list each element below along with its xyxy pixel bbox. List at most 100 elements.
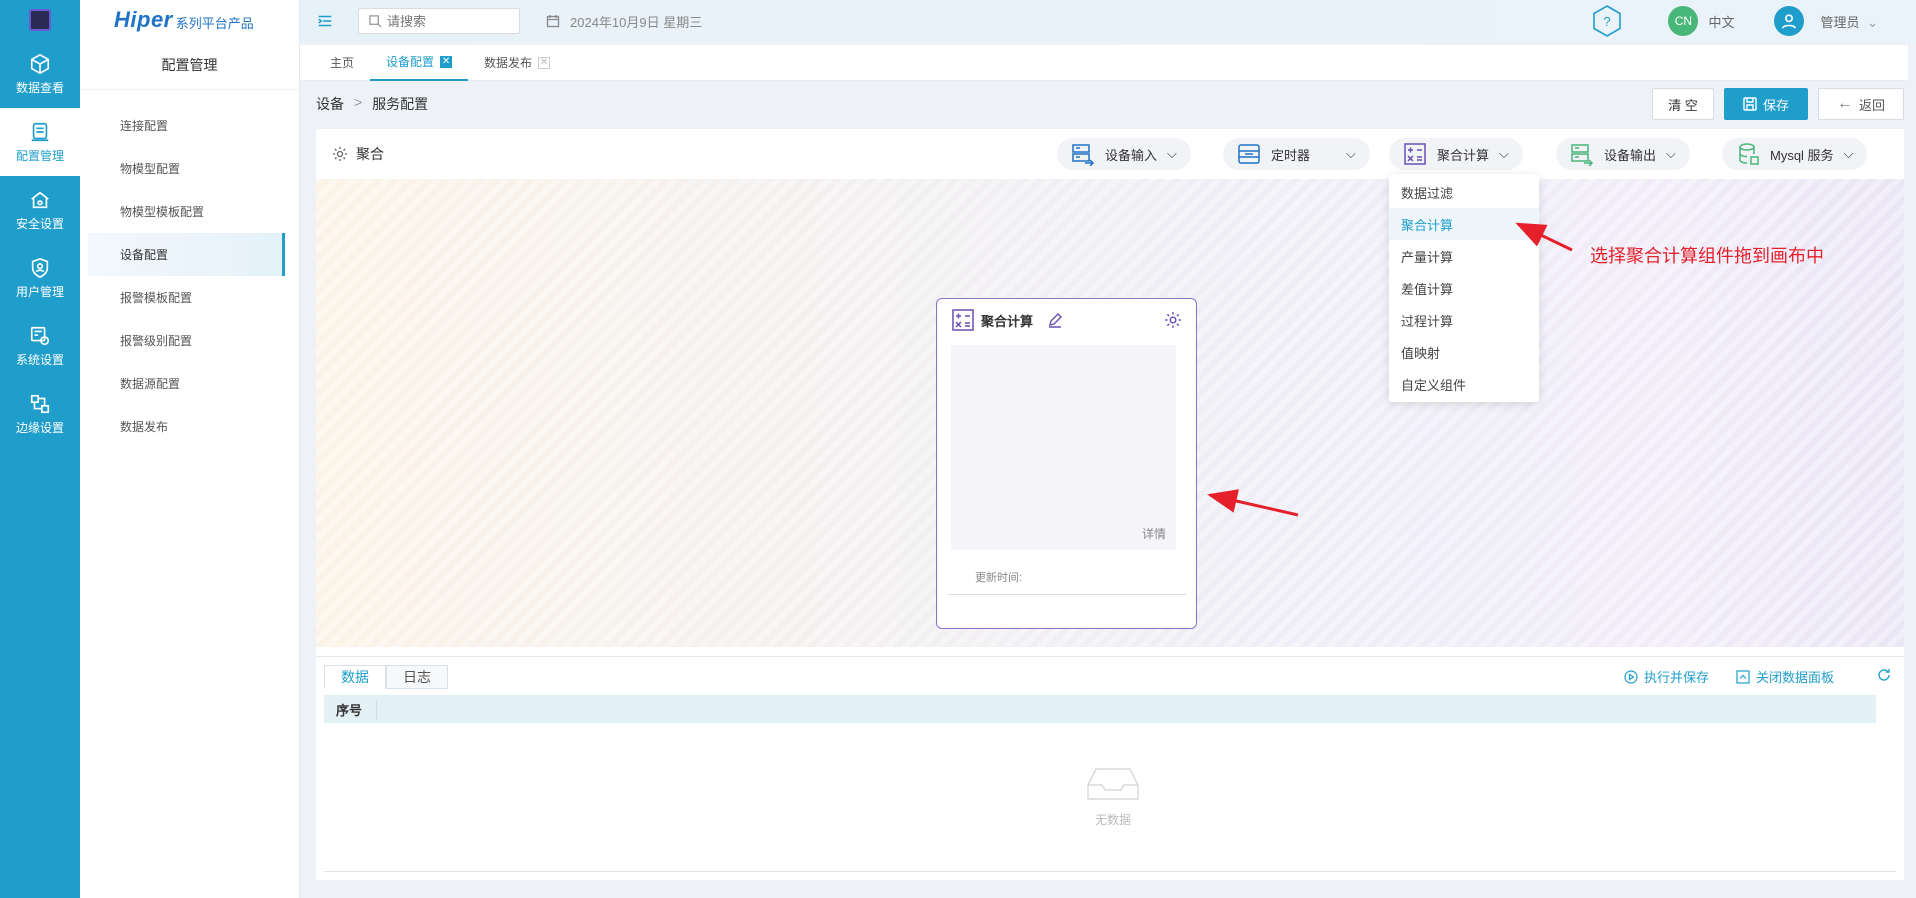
close-icon[interactable]: ✕ bbox=[440, 55, 453, 68]
tab-label: 数据发布 bbox=[484, 56, 533, 70]
user-menu[interactable]: 管理员 ⌄ bbox=[1820, 12, 1878, 31]
collapse-icon bbox=[1736, 669, 1750, 684]
refresh-icon[interactable] bbox=[1876, 667, 1892, 683]
brand-sub: 系列平台产品 bbox=[175, 15, 254, 31]
dropdown-item-filter[interactable]: 数据过滤 bbox=[1389, 176, 1539, 208]
sidebar-item-thing-template[interactable]: 物模型模板配置 bbox=[88, 190, 285, 233]
dropdown-item-difference[interactable]: 差值计算 bbox=[1389, 272, 1539, 304]
toolbar-timer[interactable]: 定时器 ⌵ bbox=[1223, 138, 1370, 170]
tab-device-config[interactable]: 设备配置 ✕ bbox=[370, 45, 469, 81]
language-badge[interactable]: CN bbox=[1668, 6, 1699, 36]
bottom-divider bbox=[324, 871, 1896, 872]
calc-icon bbox=[1404, 143, 1426, 165]
clear-label: 清 空 bbox=[1668, 97, 1698, 113]
breadcrumb-root[interactable]: 设备 bbox=[316, 94, 344, 114]
sidebar-item-alarm-level[interactable]: 报警级别配置 bbox=[88, 319, 285, 362]
node-header: 聚合计算 bbox=[937, 299, 1196, 341]
arrow-left-icon: ← bbox=[1836, 95, 1853, 112]
help-icon[interactable]: ? bbox=[1590, 4, 1624, 38]
sidebar-item-connection[interactable]: 连接配置 bbox=[88, 104, 285, 147]
close-icon[interactable]: ✕ bbox=[538, 56, 551, 69]
sidebar-title: 配置管理 bbox=[80, 40, 299, 90]
play-circle-icon bbox=[1624, 669, 1638, 684]
aggregate-node-card[interactable]: 聚合计算 详情 更新时间: bbox=[936, 298, 1197, 629]
edit-icon[interactable] bbox=[1047, 312, 1063, 328]
tab-data-publish[interactable]: 数据发布 ✕ bbox=[468, 45, 566, 81]
breadcrumb-current: 服务配置 bbox=[372, 96, 429, 112]
panel-title: 聚合 bbox=[356, 146, 384, 162]
rail-item-config[interactable]: 配置管理 bbox=[0, 108, 80, 176]
search-box[interactable] bbox=[358, 8, 520, 34]
sidebar-item-datasource[interactable]: 数据源配置 bbox=[88, 362, 285, 405]
sidebar-item-alarm-template[interactable]: 报警模板配置 bbox=[88, 276, 285, 319]
clear-button[interactable]: 清 空 bbox=[1652, 88, 1714, 120]
sidebar-item-publish[interactable]: 数据发布 bbox=[88, 405, 285, 448]
close-panel-label: 关闭数据面板 bbox=[1756, 670, 1835, 685]
back-label: 返回 bbox=[1858, 97, 1885, 113]
rail-item-data-view[interactable]: 数据查看 bbox=[0, 40, 80, 108]
dropdown-item-yield[interactable]: 产量计算 bbox=[1389, 240, 1539, 272]
save-button[interactable]: 保存 bbox=[1724, 88, 1808, 120]
sidebar-item-device-config[interactable]: 设备配置 bbox=[88, 233, 285, 276]
app-logo bbox=[0, 0, 80, 40]
rail-item-edge[interactable]: 边缘设置 bbox=[0, 380, 80, 448]
toolbar-aggregate[interactable]: 聚合计算 ⌵ bbox=[1389, 138, 1523, 170]
toolbar-device-output[interactable]: 设备输出 ⌵ bbox=[1556, 138, 1690, 170]
date-display: 2024年10月9日 星期三 bbox=[546, 12, 702, 31]
brand-logo: Hiper 系列平台产品 bbox=[80, 0, 299, 40]
gear-icon[interactable] bbox=[1164, 311, 1182, 329]
user-shield-icon bbox=[31, 257, 49, 278]
breadcrumb: 设备 > 服务配置 bbox=[316, 94, 428, 114]
language-label[interactable]: 中文 bbox=[1708, 12, 1734, 31]
rail-label: 数据查看 bbox=[15, 80, 64, 95]
back-button[interactable]: ← 返回 bbox=[1818, 88, 1904, 120]
tab-bar: 主页 设备配置 ✕ 数据发布 ✕ bbox=[300, 45, 1908, 81]
user-icon bbox=[1782, 14, 1797, 29]
system-gear-icon bbox=[30, 326, 50, 345]
node-title: 聚合计算 bbox=[981, 313, 1034, 329]
menu-toggle-icon[interactable] bbox=[316, 11, 336, 31]
dropdown-item-custom[interactable]: 自定义组件 bbox=[1389, 368, 1539, 400]
node-update-time: 更新时间: bbox=[975, 572, 1023, 584]
tool-label: 定时器 bbox=[1271, 147, 1311, 163]
node-body: 详情 bbox=[951, 345, 1176, 550]
top-bar: 2024年10月9日 星期三 ? CN 中文 管理员 ⌄ bbox=[300, 0, 1916, 42]
tab-home[interactable]: 主页 bbox=[314, 45, 370, 81]
dropdown-item-aggregate[interactable]: 聚合计算 bbox=[1389, 208, 1539, 240]
chevron-down-icon: ⌵ bbox=[1499, 146, 1509, 161]
tool-label: 设备输出 bbox=[1604, 147, 1657, 163]
search-input[interactable] bbox=[387, 13, 507, 29]
chevron-down-icon: ⌵ bbox=[1346, 146, 1356, 161]
security-house-icon bbox=[31, 191, 49, 208]
brand-main: Hiper bbox=[114, 7, 173, 32]
node-detail-link[interactable]: 详情 bbox=[1142, 525, 1166, 542]
save-icon bbox=[1743, 97, 1757, 111]
rail-item-system[interactable]: 系统设置 bbox=[0, 312, 80, 380]
dropdown-item-value-map[interactable]: 值映射 bbox=[1389, 336, 1539, 368]
rail-label: 配置管理 bbox=[15, 148, 64, 163]
cube-icon bbox=[30, 53, 50, 74]
device-input-icon bbox=[1072, 144, 1095, 166]
avatar[interactable] bbox=[1774, 6, 1805, 36]
sidebar-item-thing-model[interactable]: 物模型配置 bbox=[88, 147, 285, 190]
dropdown-item-process[interactable]: 过程计算 bbox=[1389, 304, 1539, 336]
data-panel: 数据 日志 执行并保存 关闭数据面板 序号 无数据 bbox=[316, 656, 1904, 880]
tab-log[interactable]: 日志 bbox=[386, 665, 448, 689]
run-save-button[interactable]: 执行并保存 bbox=[1624, 667, 1709, 686]
rail-label: 边缘设置 bbox=[15, 420, 64, 435]
search-icon bbox=[369, 14, 382, 28]
chevron-down-icon: ⌄ bbox=[1867, 14, 1878, 30]
gear-icon bbox=[333, 147, 347, 161]
toolbar-device-input[interactable]: 设备输入 ⌵ bbox=[1057, 138, 1191, 170]
save-label: 保存 bbox=[1762, 97, 1789, 113]
toolbar-mysql[interactable]: Mysql 服务 ⌵ bbox=[1722, 138, 1868, 170]
rail-item-users[interactable]: 用户管理 bbox=[0, 244, 80, 312]
tool-label: 设备输入 bbox=[1105, 147, 1158, 163]
rail-item-security[interactable]: 安全设置 bbox=[0, 176, 80, 244]
svg-text:?: ? bbox=[1604, 14, 1611, 29]
sidebar: Hiper 系列平台产品 配置管理 连接配置 物模型配置 物模型模板配置 设备配… bbox=[80, 0, 300, 898]
config-doc-icon bbox=[31, 122, 49, 141]
node-divider bbox=[947, 594, 1186, 595]
tab-data[interactable]: 数据 bbox=[324, 665, 386, 689]
close-data-panel-button[interactable]: 关闭数据面板 bbox=[1736, 667, 1834, 686]
